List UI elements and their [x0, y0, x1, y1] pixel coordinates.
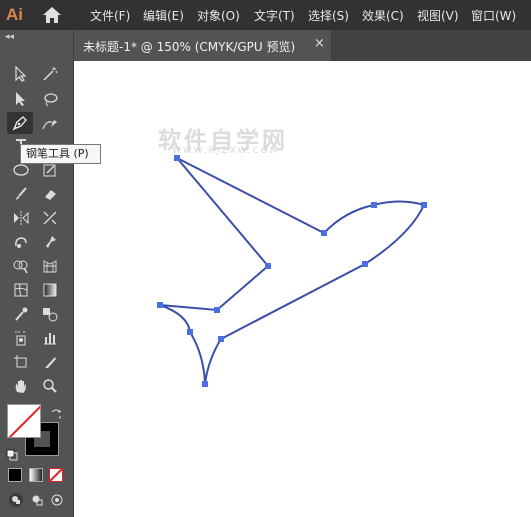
mesh-tool-icon[interactable] [9, 280, 33, 300]
draw-normal-icon[interactable] [8, 492, 24, 512]
selection-tool-icon[interactable] [9, 64, 33, 84]
collapse-panel-button[interactable]: ◂◂ [5, 32, 14, 42]
magic-wand-tool-icon[interactable] [38, 64, 62, 84]
artboard-tool-icon[interactable] [9, 352, 33, 372]
hand-tool-icon[interactable] [9, 376, 33, 396]
none-mode-button[interactable] [49, 468, 63, 482]
gradient-mode-button[interactable] [29, 468, 43, 482]
draw-inside-icon[interactable] [49, 492, 65, 512]
pen-tool-tooltip: 钢笔工具 (P) [20, 144, 101, 164]
lasso-tool-icon[interactable] [38, 89, 62, 109]
menu-file[interactable]: 文件(F) [90, 7, 130, 24]
paintbrush-tool-icon[interactable] [9, 184, 33, 204]
menu-select[interactable]: 选择(S) [308, 7, 349, 24]
menu-edit[interactable]: 编辑(E) [143, 7, 184, 24]
reflect-tool-icon[interactable] [9, 208, 33, 228]
slice-tool-icon[interactable] [38, 352, 62, 372]
default-fill-stroke-icon[interactable] [6, 446, 18, 465]
symbol-sprayer-tool-icon[interactable] [9, 328, 33, 348]
menu-effect[interactable]: 效果(C) [362, 7, 404, 24]
watermark-url: WWW.RJZXW.COM [172, 146, 280, 156]
zoom-tool-icon[interactable] [38, 376, 62, 396]
blend-tool-icon[interactable] [38, 304, 62, 324]
menu-bar: Ai 文件(F) 编辑(E) 对象(O) 文字(T) 选择(S) 效果(C) 视… [0, 0, 531, 30]
fill-swatch[interactable] [7, 404, 41, 438]
warp-tool-icon[interactable] [9, 232, 33, 252]
direct-selection-tool-icon[interactable] [9, 89, 33, 109]
home-icon[interactable] [42, 6, 62, 24]
artboard-canvas[interactable] [74, 61, 531, 517]
pen-tool-icon[interactable] [7, 112, 33, 134]
app-logo: Ai [6, 5, 23, 24]
menu-type[interactable]: 文字(T) [254, 7, 295, 24]
column-graph-tool-icon[interactable] [38, 328, 62, 348]
close-tab-button[interactable]: × [314, 36, 325, 51]
menu-view[interactable]: 视图(V) [417, 7, 459, 24]
document-tab-bar: 未标题-1* @ 150% (CMYK/GPU 预览) × [74, 30, 531, 61]
scale-tool-icon[interactable] [38, 208, 62, 228]
eyedropper-tool-icon[interactable] [9, 304, 33, 324]
document-tab-title: 未标题-1* @ 150% (CMYK/GPU 预览) [83, 40, 296, 54]
menu-window[interactable]: 窗口(W) [471, 7, 516, 24]
swap-fill-stroke-icon[interactable] [50, 405, 62, 424]
document-tab[interactable]: 未标题-1* @ 150% (CMYK/GPU 预览) × [74, 30, 331, 61]
curvature-tool-icon[interactable] [38, 113, 62, 133]
perspective-grid-tool-icon[interactable] [38, 256, 62, 276]
draw-behind-icon[interactable] [29, 492, 45, 512]
color-mode-button[interactable] [8, 468, 22, 482]
shape-builder-tool-icon[interactable] [9, 256, 33, 276]
gradient-tool-icon[interactable] [38, 280, 62, 300]
menu-object[interactable]: 对象(O) [197, 7, 240, 24]
puppet-warp-tool-icon[interactable] [38, 232, 62, 252]
eraser-tool-icon[interactable] [38, 184, 62, 204]
